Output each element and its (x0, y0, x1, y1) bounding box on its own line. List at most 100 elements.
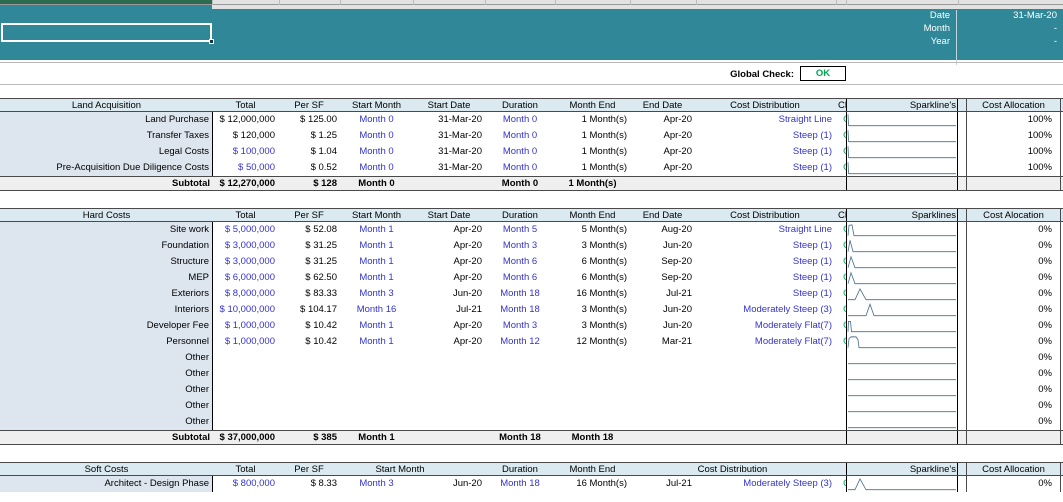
cell-start-date[interactable]: Jun-20 (413, 476, 485, 492)
row-label[interactable]: MEP (0, 270, 213, 286)
row-label[interactable]: Site work (0, 222, 213, 238)
cell-duration[interactable]: Month 5 (485, 222, 555, 238)
cell-cost-distribution[interactable] (695, 398, 835, 414)
subtotal-label[interactable]: Subtotal (0, 177, 213, 190)
cell-start-month[interactable]: Month 0 (340, 144, 413, 160)
cell-month-end[interactable]: 6 Month(s) (555, 270, 630, 286)
header-month-end[interactable]: Month End (555, 209, 630, 221)
cell-end-date[interactable]: Apr-20 (630, 128, 695, 144)
row-label[interactable]: Other (0, 398, 213, 414)
cell-total[interactable] (213, 350, 278, 366)
subtotal-per-sf[interactable]: $ 128 (278, 177, 340, 190)
cell-cost-allocation[interactable]: 0% (966, 382, 1061, 398)
cell-duration[interactable]: Month 3 (485, 238, 555, 254)
cell-start-month[interactable]: Month 1 (340, 238, 413, 254)
cell-month-end[interactable]: 1 Month(s) (555, 160, 630, 176)
cell-per-sf[interactable]: $ 1.25 (278, 128, 340, 144)
cell-month-end[interactable]: 1 Month(s) (555, 128, 630, 144)
cell-end-date[interactable]: Apr-20 (630, 112, 695, 128)
cell-cost-allocation[interactable]: 0% (966, 238, 1061, 254)
cell-cost-distribution[interactable] (695, 366, 835, 382)
subtotal-duration[interactable]: Month 0 (485, 177, 555, 190)
cell-cost-distribution[interactable]: Moderately Flat(7) (695, 318, 835, 334)
header-duration[interactable]: Duration (485, 209, 555, 221)
cell-total[interactable] (213, 398, 278, 414)
cell-per-sf[interactable]: $ 10.42 (278, 318, 340, 334)
cell-start-date[interactable] (413, 398, 485, 414)
cell-start-date[interactable]: Apr-20 (413, 238, 485, 254)
cell-start-month[interactable] (340, 350, 413, 366)
cell-start-month[interactable]: Month 0 (340, 112, 413, 128)
subtotal-start-date[interactable] (413, 431, 485, 444)
cell-per-sf[interactable] (278, 366, 340, 382)
table-row[interactable]: Other0% (0, 398, 1063, 414)
date-value[interactable]: 31-Mar-20 (958, 9, 1057, 22)
month-value[interactable]: - (958, 22, 1057, 35)
header-per-sf[interactable]: Per SF (278, 463, 340, 475)
cell-start-month[interactable] (340, 366, 413, 382)
cell-month-end[interactable]: 16 Month(s) (555, 476, 630, 492)
table-row[interactable]: Other0% (0, 350, 1063, 366)
cell-total[interactable]: $ 100,000 (213, 144, 278, 160)
cell-start-date[interactable]: Jul-21 (413, 302, 485, 318)
cell-duration[interactable] (485, 414, 555, 430)
cell-month-end[interactable] (555, 414, 630, 430)
cell-cost-allocation[interactable]: 100% (966, 112, 1061, 128)
table-row[interactable]: Land Purchase$ 12,000,000$ 125.00Month 0… (0, 112, 1063, 128)
cell-cost-distribution[interactable]: Steep (1) (695, 254, 835, 270)
row-label[interactable]: Legal Costs (0, 144, 213, 160)
cell-month-end[interactable]: 1 Month(s) (555, 144, 630, 160)
fill-handle[interactable] (209, 39, 214, 44)
cell-duration[interactable]: Month 18 (485, 286, 555, 302)
table-row[interactable]: Pre-Acquisition Due Diligence Costs$ 50,… (0, 160, 1063, 176)
table-row[interactable]: Exteriors$ 8,000,000$ 83.33Month 3Jun-20… (0, 286, 1063, 302)
table-row[interactable]: Site work$ 5,000,000$ 52.08Month 1Apr-20… (0, 222, 1063, 238)
cell-start-date[interactable]: Jun-20 (413, 286, 485, 302)
cell-total[interactable]: $ 1,000,000 (213, 334, 278, 350)
subtotal-start-month[interactable]: Month 0 (340, 177, 413, 190)
cell-cost-allocation[interactable]: 0% (966, 302, 1061, 318)
cell-total[interactable] (213, 382, 278, 398)
cell-start-date[interactable]: Apr-20 (413, 254, 485, 270)
cell-month-end[interactable]: 1 Month(s) (555, 112, 630, 128)
row-label[interactable]: Other (0, 414, 213, 430)
cell-total[interactable]: $ 6,000,000 (213, 270, 278, 286)
subtotal-start-date[interactable] (413, 177, 485, 190)
cell-duration[interactable]: Month 0 (485, 160, 555, 176)
cell-cost-allocation[interactable]: 100% (966, 128, 1061, 144)
header-total[interactable]: Total (213, 209, 278, 221)
cell-end-date[interactable]: Sep-20 (630, 270, 695, 286)
cell-per-sf[interactable]: $ 31.25 (278, 254, 340, 270)
subtotal-start-month[interactable]: Month 1 (340, 431, 413, 444)
table-row[interactable]: Interiors$ 10,000,000$ 104.17Month 16Jul… (0, 302, 1063, 318)
row-label[interactable]: Structure (0, 254, 213, 270)
cell-total[interactable]: $ 5,000,000 (213, 222, 278, 238)
header-per-sf[interactable]: Per SF (278, 99, 340, 111)
cell-cost-distribution[interactable]: Straight Line (695, 222, 835, 238)
cell-per-sf[interactable]: $ 62.50 (278, 270, 340, 286)
row-label[interactable]: Developer Fee (0, 318, 213, 334)
header-start-month[interactable]: Start Month (340, 99, 413, 111)
header-total[interactable]: Total (213, 463, 278, 475)
cell-cost-distribution[interactable]: Moderately Flat(7) (695, 334, 835, 350)
cell-duration[interactable]: Month 6 (485, 254, 555, 270)
cell-per-sf[interactable]: $ 125.00 (278, 112, 340, 128)
cell-start-month[interactable]: Month 1 (340, 334, 413, 350)
cell-total[interactable]: $ 12,000,000 (213, 112, 278, 128)
cell-duration[interactable]: Month 0 (485, 128, 555, 144)
cell-cost-distribution[interactable]: Moderately Steep (3) (695, 302, 835, 318)
subtotal-month-end[interactable]: Month 18 (555, 431, 630, 444)
cell-start-month[interactable]: Month 0 (340, 128, 413, 144)
cell-start-month[interactable]: Month 1 (340, 318, 413, 334)
cell-per-sf[interactable] (278, 382, 340, 398)
subtotal-per-sf[interactable]: $ 385 (278, 431, 340, 444)
cell-cost-distribution[interactable]: Steep (1) (695, 238, 835, 254)
cell-start-date[interactable]: 31-Mar-20 (413, 160, 485, 176)
cell-end-date[interactable]: Jun-20 (630, 318, 695, 334)
cell-start-date[interactable]: 31-Mar-20 (413, 112, 485, 128)
year-value[interactable]: - (958, 35, 1057, 48)
cell-month-end[interactable]: 16 Month(s) (555, 286, 630, 302)
cell-cost-distribution[interactable] (695, 382, 835, 398)
subtotal-duration[interactable]: Month 18 (485, 431, 555, 444)
cell-cost-allocation[interactable]: 0% (966, 254, 1061, 270)
